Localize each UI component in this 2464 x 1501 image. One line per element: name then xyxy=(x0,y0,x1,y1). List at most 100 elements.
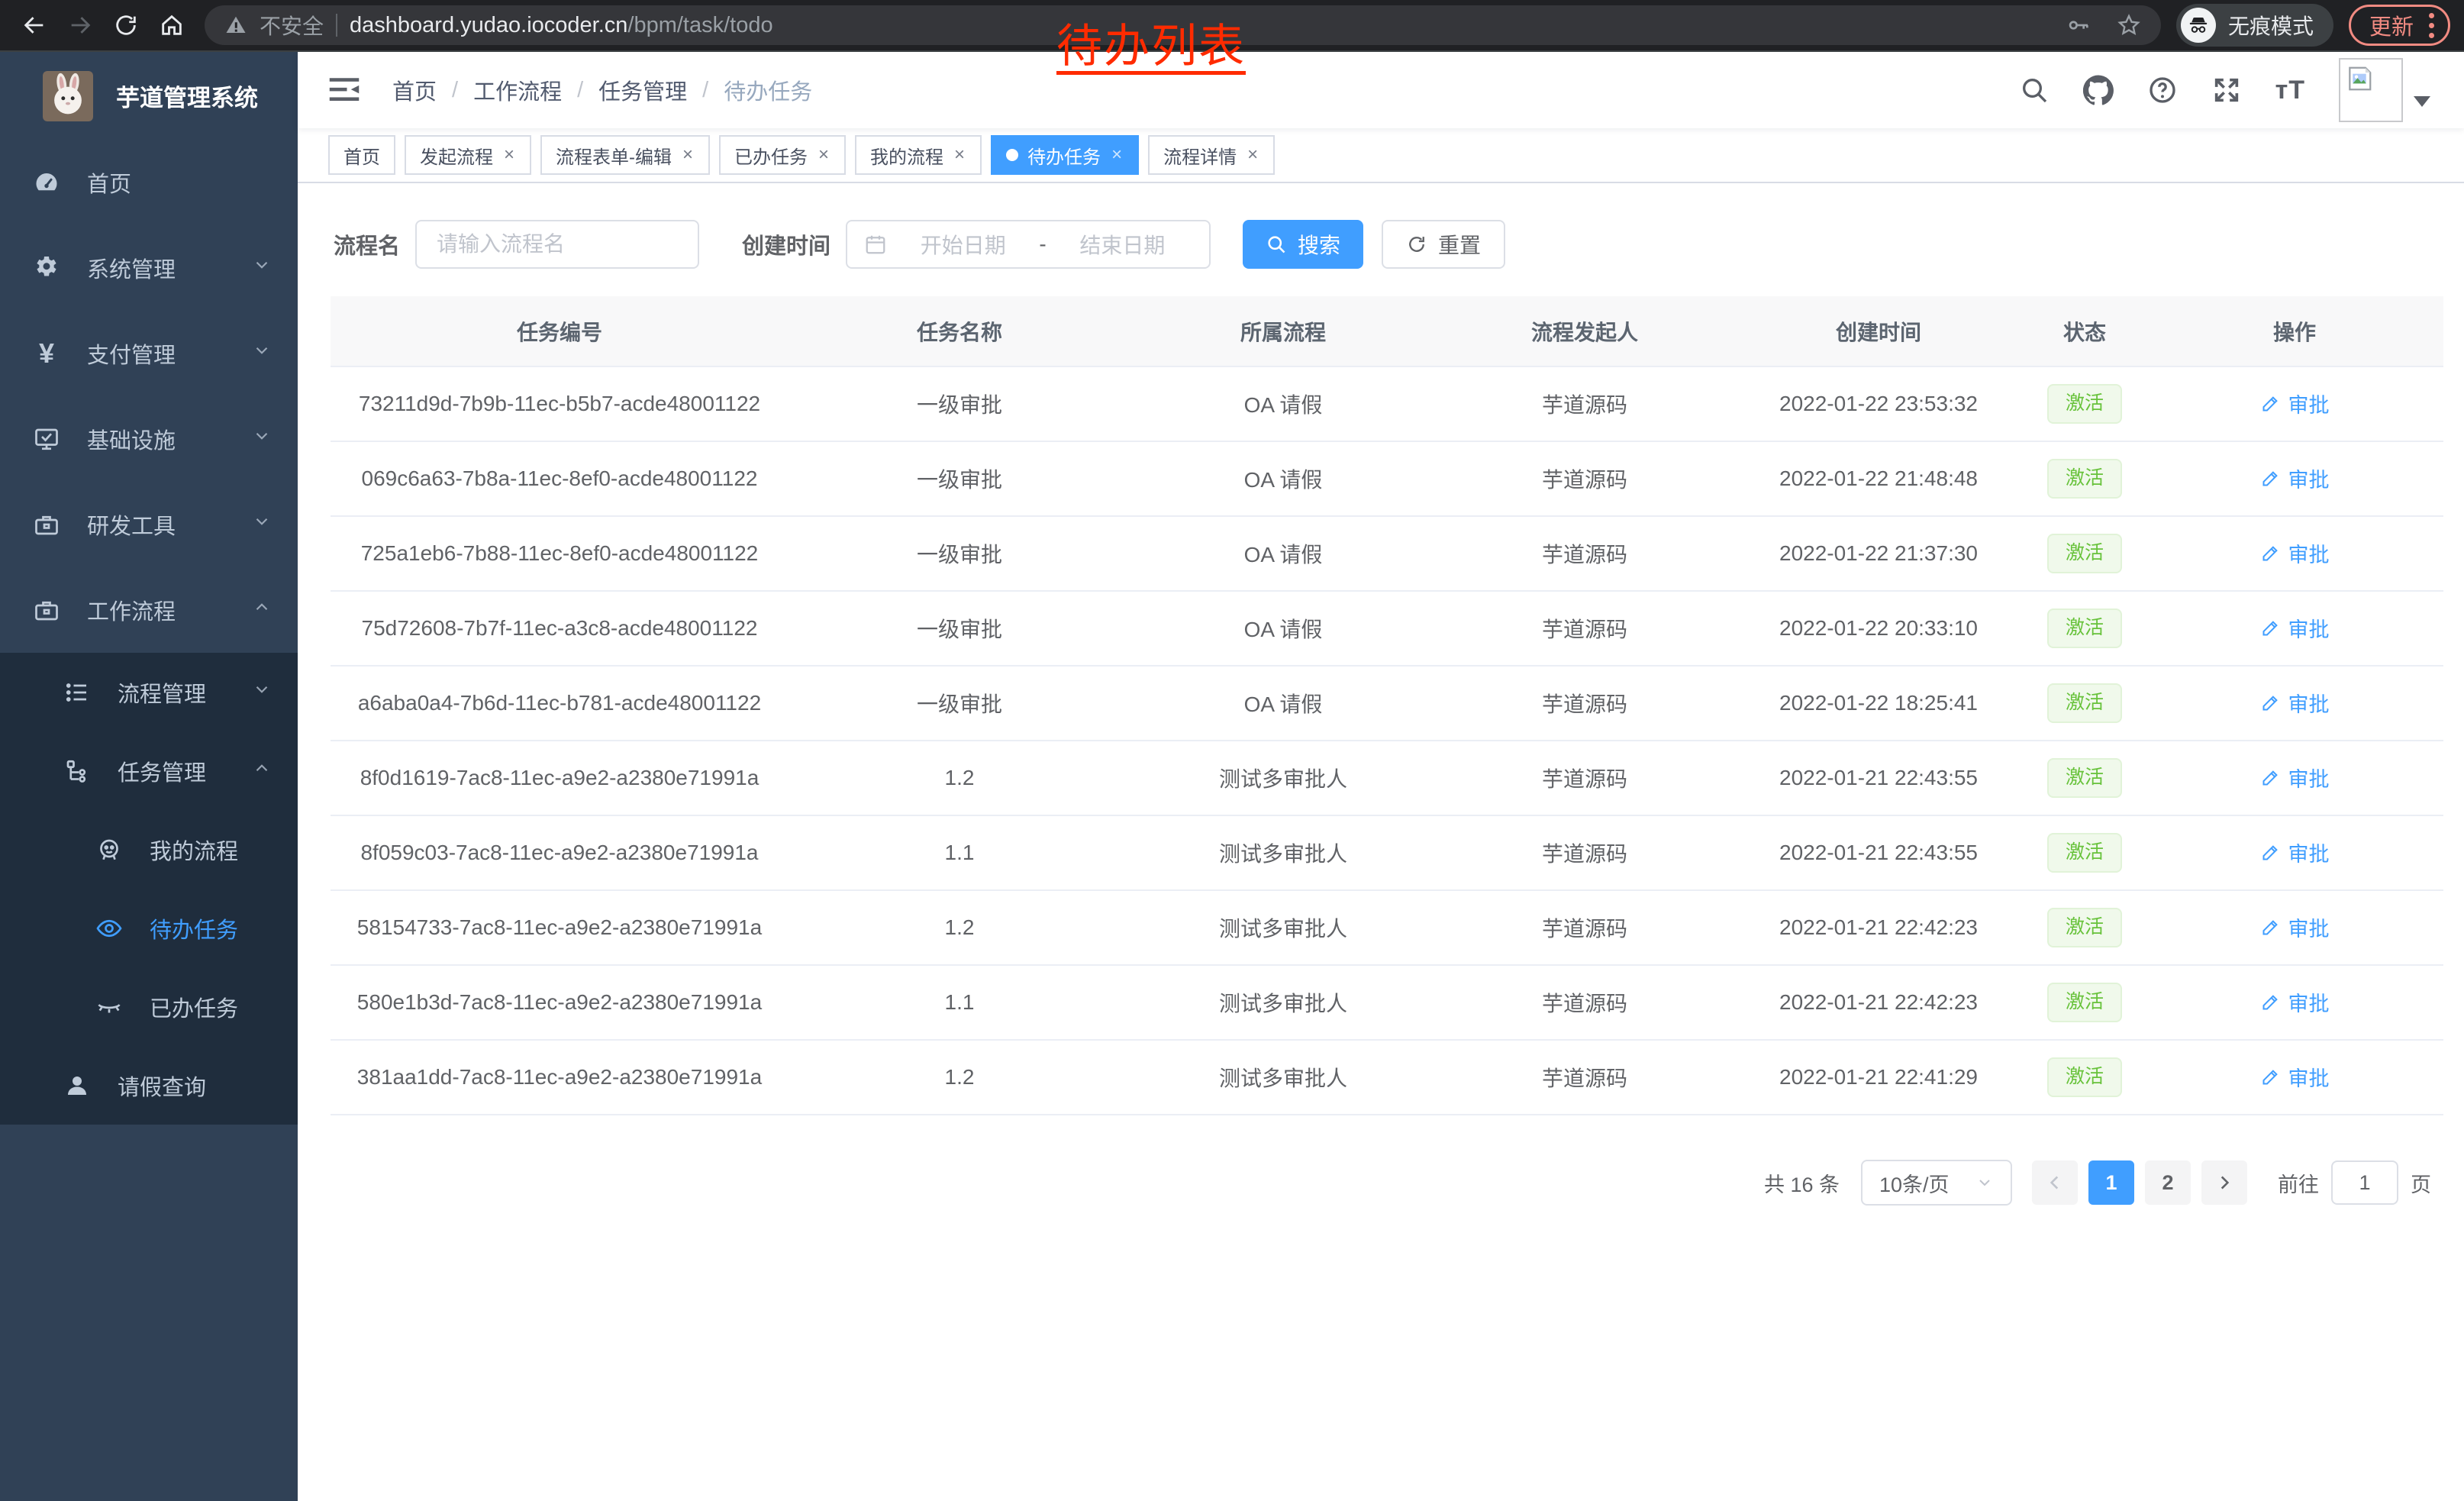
sidebar-item-dev-tools[interactable]: 研发工具 xyxy=(0,482,298,567)
toolbox-icon xyxy=(32,510,61,539)
sidebar-item-payment[interactable]: ¥ 支付管理 xyxy=(0,311,298,396)
breadcrumb-task-management[interactable]: 任务管理 xyxy=(598,74,687,106)
col-actions: 操作 xyxy=(2146,296,2443,366)
table-header-row: 任务编号 任务名称 所属流程 流程发起人 创建时间 状态 操作 xyxy=(331,296,2443,366)
page-size-select[interactable]: 10条/页 xyxy=(1861,1160,2012,1206)
sidebar-item-done-tasks[interactable]: 已办任务 xyxy=(0,967,298,1046)
yen-icon: ¥ xyxy=(32,339,61,368)
github-icon[interactable] xyxy=(2083,75,2114,105)
sidebar-item-task-management[interactable]: 任务管理 xyxy=(0,731,298,810)
table-row: 58154733-7ac8-11ec-a9e2-a2380e71991a1.2测… xyxy=(331,890,2443,965)
omnibox-divider xyxy=(336,14,337,37)
search-button[interactable]: 搜索 xyxy=(1243,220,1363,269)
approve-link[interactable]: 审批 xyxy=(2260,389,2330,418)
sidebar-menu: 首页 系统管理 ¥ 支付管理 基础设施 研发工具 xyxy=(0,140,298,1125)
tags-view: 首页 发起流程× 流程表单-编辑× 已办任务× 我的流程× 待办任务× 流程详情… xyxy=(298,128,2464,183)
bookmark-star-icon[interactable] xyxy=(2117,13,2141,37)
next-page-button[interactable] xyxy=(2201,1160,2247,1205)
tab-my-process[interactable]: 我的流程× xyxy=(855,135,982,175)
user-avatar-menu[interactable] xyxy=(2339,58,2430,122)
sidebar-item-process-management[interactable]: 流程管理 xyxy=(0,653,298,731)
approve-link[interactable]: 审批 xyxy=(2260,463,2330,493)
user-icon xyxy=(63,1071,92,1100)
approve-link[interactable]: 审批 xyxy=(2260,1062,2330,1092)
page-button-2[interactable]: 2 xyxy=(2145,1160,2191,1205)
browser-back-button[interactable] xyxy=(14,5,55,46)
chevron-down-icon xyxy=(252,679,272,705)
search-icon[interactable] xyxy=(2019,75,2050,105)
approve-link[interactable]: 审批 xyxy=(2260,688,2330,718)
approve-link[interactable]: 审批 xyxy=(2260,538,2330,568)
table-row: 75d72608-7b7f-11ec-a3c8-acde48001122一级审批… xyxy=(331,591,2443,666)
page-url: dashboard.yudao.iocoder.cn/bpm/task/todo xyxy=(350,13,773,38)
monitor-icon xyxy=(32,424,61,454)
date-range-picker[interactable]: 开始日期 - 结束日期 xyxy=(846,220,1211,269)
end-date-placeholder[interactable]: 结束日期 xyxy=(1053,229,1192,260)
browser-menu-icon[interactable] xyxy=(2429,13,2434,38)
security-warning-icon xyxy=(224,14,247,37)
tab-start-process[interactable]: 发起流程× xyxy=(405,135,531,175)
col-task-name: 任务名称 xyxy=(789,296,1130,366)
fullscreen-icon[interactable] xyxy=(2211,75,2242,105)
avatar-broken-image-icon[interactable] xyxy=(2339,58,2403,122)
sidebar-item-leave-query[interactable]: 请假查询 xyxy=(0,1046,298,1125)
browser-home-button[interactable] xyxy=(151,5,192,46)
sidebar-item-infrastructure[interactable]: 基础设施 xyxy=(0,396,298,482)
app-logo[interactable]: 芋道管理系统 xyxy=(0,52,298,140)
tab-todo-tasks[interactable]: 待办任务× xyxy=(991,135,1139,175)
approve-link[interactable]: 审批 xyxy=(2260,912,2330,942)
help-icon[interactable] xyxy=(2147,75,2178,105)
approve-link[interactable]: 审批 xyxy=(2260,763,2330,792)
tab-process-form-edit[interactable]: 流程表单-编辑× xyxy=(540,135,710,175)
status-badge: 激活 xyxy=(2047,908,2122,947)
browser-update-button[interactable]: 更新 xyxy=(2349,5,2450,46)
chevron-down-icon xyxy=(252,341,272,366)
page-button-1[interactable]: 1 xyxy=(2088,1160,2134,1205)
start-date-placeholder[interactable]: 开始日期 xyxy=(893,229,1033,260)
logo-image xyxy=(43,71,93,121)
col-task-id: 任务编号 xyxy=(331,296,789,366)
process-name-input[interactable] xyxy=(415,220,699,269)
approve-link[interactable]: 审批 xyxy=(2260,838,2330,867)
gear-icon xyxy=(32,253,61,282)
tab-home[interactable]: 首页 xyxy=(328,135,395,175)
close-icon[interactable]: × xyxy=(817,144,830,166)
goto-page-input[interactable] xyxy=(2331,1160,2398,1205)
chevron-down-icon[interactable] xyxy=(2414,96,2430,107)
sidebar-item-system[interactable]: 系统管理 xyxy=(0,225,298,311)
navbar-actions: ᴛT xyxy=(2019,58,2430,122)
pagination-total: 共 16 条 xyxy=(1764,1168,1840,1198)
tab-done-tasks[interactable]: 已办任务× xyxy=(719,135,846,175)
app-title: 芋道管理系统 xyxy=(116,79,258,113)
eye-closed-icon xyxy=(95,993,124,1022)
approve-link[interactable]: 审批 xyxy=(2260,987,2330,1017)
close-icon[interactable]: × xyxy=(681,144,695,166)
key-icon[interactable] xyxy=(2066,13,2091,37)
close-icon[interactable]: × xyxy=(1110,144,1124,166)
prev-page-button[interactable] xyxy=(2032,1160,2078,1205)
status-badge: 激活 xyxy=(2047,459,2122,499)
browser-reload-button[interactable] xyxy=(105,5,147,46)
browser-forward-button[interactable] xyxy=(60,5,101,46)
sidebar-collapse-button[interactable] xyxy=(328,76,360,104)
breadcrumb-home[interactable]: 首页 xyxy=(392,74,437,106)
col-created: 创建时间 xyxy=(1734,296,2024,366)
sidebar-item-todo-tasks[interactable]: 待办任务 xyxy=(0,889,298,967)
table-row: 580e1b3d-7ac8-11ec-a9e2-a2380e71991a1.1测… xyxy=(331,965,2443,1040)
approve-link[interactable]: 审批 xyxy=(2260,613,2330,643)
sidebar-item-workflow[interactable]: 工作流程 xyxy=(0,567,298,653)
close-icon[interactable]: × xyxy=(502,144,516,166)
security-warning-label: 不安全 xyxy=(260,10,324,40)
tab-process-detail[interactable]: 流程详情× xyxy=(1148,135,1275,175)
close-icon[interactable]: × xyxy=(1246,144,1259,166)
status-badge: 激活 xyxy=(2047,833,2122,873)
goto-suffix: 页 xyxy=(2411,1168,2431,1198)
breadcrumb-workflow[interactable]: 工作流程 xyxy=(473,74,562,106)
sidebar-item-home[interactable]: 首页 xyxy=(0,140,298,225)
font-size-icon[interactable]: ᴛT xyxy=(2275,76,2305,105)
tree-icon xyxy=(63,757,92,786)
sidebar-item-my-process[interactable]: 我的流程 xyxy=(0,810,298,889)
table-row: a6aba0a4-7b6d-11ec-b781-acde48001122一级审批… xyxy=(331,666,2443,741)
reset-button[interactable]: 重置 xyxy=(1382,220,1505,269)
close-icon[interactable]: × xyxy=(953,144,966,166)
